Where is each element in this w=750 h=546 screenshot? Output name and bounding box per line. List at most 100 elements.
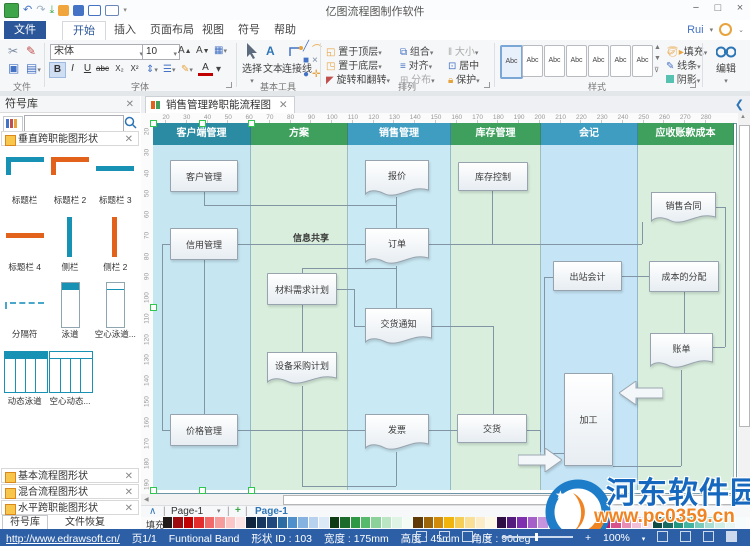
flow-shape[interactable]: 价格管理 [170, 414, 238, 446]
flow-shape[interactable]: 交货 [457, 414, 527, 443]
connector-segment[interactable] [162, 244, 170, 245]
section-close-icon[interactable]: ✕ [125, 469, 133, 484]
color-swatch[interactable] [548, 517, 559, 528]
status-link[interactable]: http://www.edrawsoft.cn/ [6, 533, 120, 545]
view-page-icon[interactable] [439, 531, 451, 542]
color-swatch[interactable] [444, 517, 454, 528]
scroll-left-icon[interactable]: ◀ [144, 496, 149, 503]
close-button[interactable]: × [730, 0, 750, 16]
selection-handle[interactable] [248, 487, 255, 494]
color-swatch[interactable] [256, 517, 267, 528]
symbol-item[interactable]: 空心泳道... [93, 282, 138, 340]
edit-button[interactable]: 编辑 ▾ [708, 60, 744, 86]
font-color-dropdown[interactable]: ▾ [216, 64, 221, 75]
save-button[interactable] [73, 4, 85, 16]
selection-handle[interactable] [199, 120, 206, 127]
color-swatch[interactable] [465, 517, 475, 528]
style-sample-1[interactable]: Abc [522, 45, 543, 77]
color-swatch[interactable] [621, 517, 631, 528]
scroll-up-icon[interactable]: ▲ [740, 114, 746, 120]
selection-handle[interactable] [199, 487, 206, 494]
swimlane-header[interactable]: 方案 [251, 123, 348, 145]
color-swatch[interactable] [163, 517, 173, 528]
left-block-arrow[interactable] [619, 381, 663, 405]
color-swatch[interactable] [361, 517, 371, 528]
page-nav-dropdown[interactable]: ▾ [217, 507, 221, 515]
connector-segment[interactable] [238, 244, 365, 245]
connector-segment[interactable] [725, 207, 726, 347]
connector-segment[interactable] [354, 326, 365, 327]
vertical-scrollbar[interactable]: ▲ ▼ [738, 113, 750, 505]
symbol-item[interactable]: 分隔符 [2, 282, 47, 340]
color-swatch[interactable] [277, 517, 288, 528]
panel-tab-recovery[interactable]: 文件恢复 [58, 516, 112, 529]
connector-segment[interactable] [396, 452, 397, 486]
connector-segment[interactable] [429, 244, 642, 245]
font-name-select[interactable]: 宋体▾ [50, 44, 146, 60]
freeform-icon[interactable]: × [312, 55, 318, 66]
grow-font-icon[interactable]: A▲ [178, 45, 192, 56]
redo-button[interactable]: ↷ [36, 4, 45, 17]
scroll-down-icon[interactable]: ▼ [740, 498, 746, 504]
user-menu[interactable]: Rui [687, 24, 704, 36]
vscroll-thumb[interactable] [739, 125, 750, 427]
color-swatch[interactable] [173, 517, 183, 528]
color-swatch[interactable] [413, 517, 423, 528]
view-normal-icon[interactable] [416, 531, 428, 542]
doc-close-icon[interactable]: ✕ [279, 99, 288, 111]
swimlane-header[interactable]: 库存管理 [451, 123, 541, 145]
library-section-0[interactable]: 基本流程图形状 ✕ [1, 468, 139, 483]
color-swatch[interactable] [486, 517, 496, 528]
style-sample-6[interactable]: Abc [632, 45, 653, 77]
color-swatch[interactable] [663, 517, 673, 528]
color-swatch[interactable] [496, 517, 506, 528]
library-section-1[interactable]: 混合流程图形状 ✕ [1, 484, 139, 499]
section-close-icon[interactable]: ✕ [125, 501, 133, 516]
panel-close-icon[interactable]: ✕ [126, 96, 134, 113]
connector-segment[interactable] [302, 486, 396, 487]
selection-handle[interactable] [150, 120, 157, 127]
connector-segment[interactable] [162, 430, 170, 431]
line-spacing-icon[interactable]: ⇕▾ [146, 64, 158, 75]
zoom-dropdown-icon[interactable]: ▾ [642, 536, 646, 543]
symbol-item[interactable]: 侧栏 [47, 215, 92, 273]
color-swatch[interactable] [538, 517, 548, 528]
color-swatch[interactable] [736, 517, 746, 528]
connector-segment[interactable] [429, 430, 457, 431]
view-icon[interactable] [105, 4, 120, 16]
color-swatch[interactable] [506, 517, 517, 528]
strikethrough-button[interactable]: abc [95, 62, 110, 76]
color-swatch[interactable] [204, 517, 215, 528]
app-icon[interactable] [4, 2, 19, 18]
symbol-search-input[interactable] [24, 115, 124, 132]
zoom-slider[interactable] [503, 533, 574, 541]
selection-handle[interactable] [150, 303, 157, 311]
color-swatch[interactable] [329, 517, 340, 528]
color-swatch[interactable] [454, 517, 465, 528]
style-dialog-launcher[interactable] [690, 82, 696, 88]
zoom-level[interactable]: 100% [603, 532, 630, 544]
floating-text-label[interactable]: 信息共享 [281, 231, 341, 244]
underline-button[interactable]: U [80, 62, 95, 76]
copy-icon[interactable]: ▣ [8, 61, 19, 75]
cut-icon[interactable]: ✂ [8, 44, 18, 58]
page-tab-active[interactable]: Page-1 [255, 506, 288, 517]
connector-segment[interactable] [492, 191, 493, 244]
page-nav-label[interactable]: Page-1 [171, 506, 203, 517]
symbol-item[interactable]: 标题栏 3 [93, 148, 138, 206]
swimlane-body[interactable] [251, 145, 348, 490]
selection-handle[interactable] [150, 487, 157, 494]
connector-segment[interactable] [302, 305, 303, 352]
panel-collapse-chevron[interactable]: ❮ [735, 98, 744, 111]
style-sample-2[interactable]: Abc [544, 45, 565, 77]
connector-segment[interactable] [613, 466, 681, 467]
section-close-icon[interactable]: ✕ [125, 485, 133, 500]
library-icon[interactable] [58, 4, 70, 16]
search-icon[interactable] [124, 116, 137, 129]
highlight-icon[interactable]: ✎▾ [181, 64, 193, 75]
style-sample-4[interactable]: Abc [588, 45, 609, 77]
right-block-arrow[interactable] [518, 448, 562, 472]
font-dialog-launcher[interactable] [226, 82, 232, 88]
color-swatch[interactable] [704, 517, 715, 528]
connector-segment[interactable] [493, 326, 494, 414]
